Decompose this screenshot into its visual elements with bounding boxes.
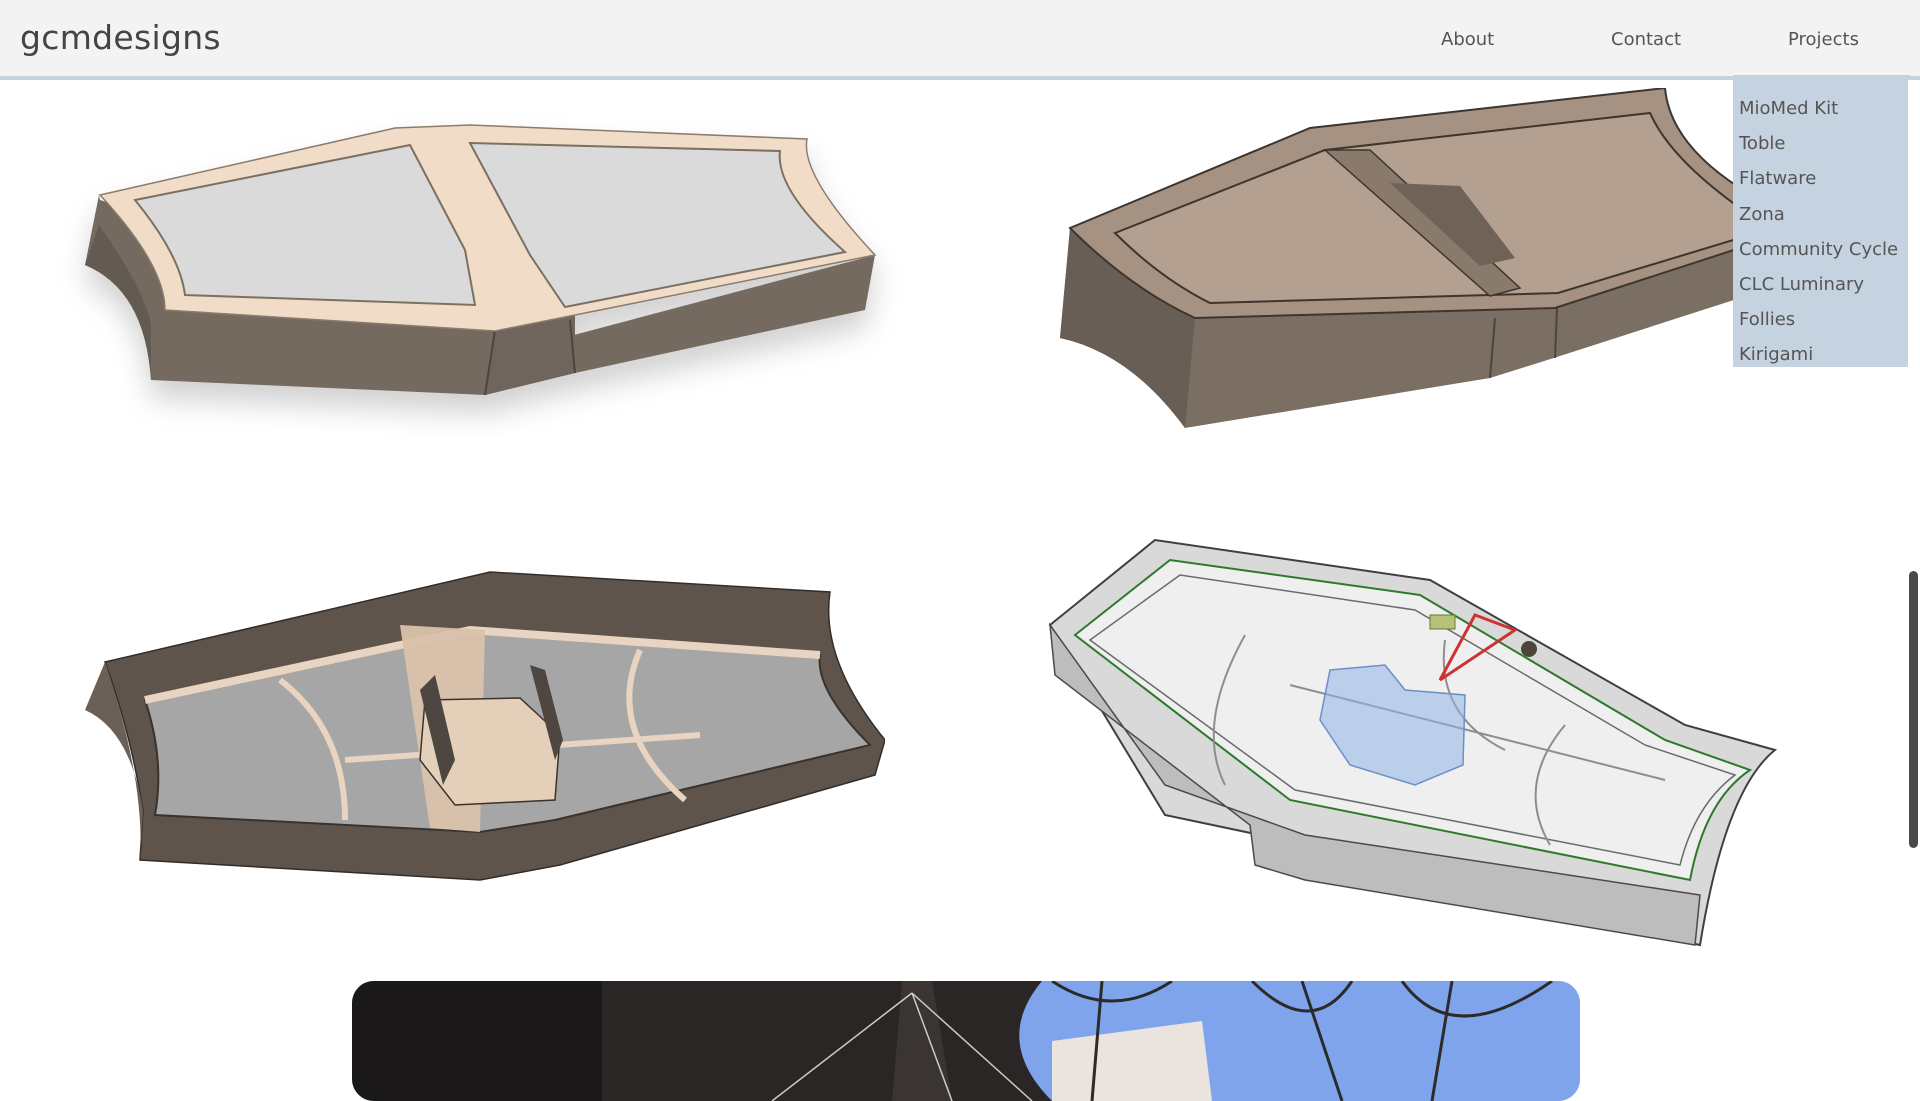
dropdown-item-toble[interactable]: Toble xyxy=(1733,126,1910,161)
tree-photo xyxy=(352,981,1580,1101)
nav-about[interactable]: About xyxy=(1441,29,1494,50)
tree-photo-image xyxy=(352,981,1580,1101)
dropdown-item-follies[interactable]: Follies xyxy=(1733,302,1910,337)
wood-tray-lid-image xyxy=(1060,88,1740,428)
nav-contact[interactable]: Contact xyxy=(1611,29,1681,50)
dropdown-item-kirigami[interactable]: Kirigami xyxy=(1733,337,1910,372)
dropdown-item-zona[interactable]: Zona xyxy=(1733,197,1910,232)
site-logo[interactable]: gcmdesigns xyxy=(20,18,221,57)
transparent-tray-image xyxy=(1048,538,1778,947)
dropdown-item-flatware[interactable]: Flatware xyxy=(1733,161,1910,196)
projects-dropdown: MioMed Kit Toble Flatware Zona Community… xyxy=(1733,75,1910,367)
dropdown-item-community-cycle[interactable]: Community Cycle xyxy=(1733,232,1910,267)
nav-projects[interactable]: Projects xyxy=(1788,29,1859,50)
plywood-tray-image xyxy=(85,124,877,396)
dropdown-item-clc-luminary[interactable]: CLC Luminary xyxy=(1733,267,1910,302)
scrollbar-thumb[interactable] xyxy=(1909,571,1918,848)
site-header: gcmdesigns About Contact Projects xyxy=(0,0,1920,80)
dropdown-item-miomed-kit[interactable]: MioMed Kit xyxy=(1733,91,1910,126)
tray-dividers-image xyxy=(85,571,885,881)
